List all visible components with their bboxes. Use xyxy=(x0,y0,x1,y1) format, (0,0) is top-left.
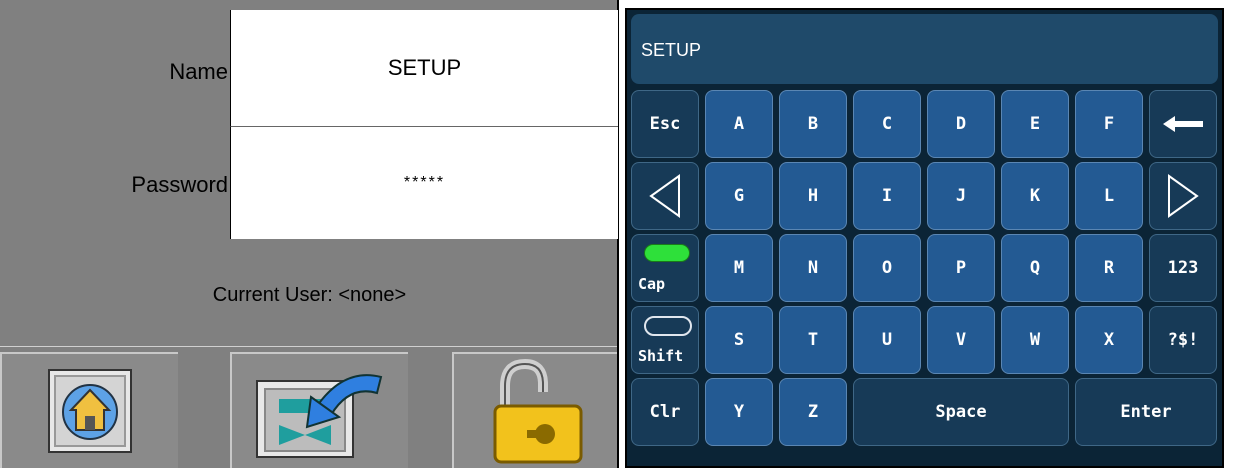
right-triangle-icon xyxy=(1168,174,1199,218)
key-m[interactable]: M xyxy=(705,234,773,302)
key-d[interactable]: D xyxy=(927,90,995,158)
key-t[interactable]: T xyxy=(779,306,847,374)
home-icon xyxy=(48,369,132,453)
key-q[interactable]: Q xyxy=(1001,234,1069,302)
key-y[interactable]: Y xyxy=(705,378,773,446)
key-esc[interactable]: Esc xyxy=(631,90,699,158)
key-h[interactable]: H xyxy=(779,162,847,230)
key-space[interactable]: Space xyxy=(853,378,1069,446)
key-k[interactable]: K xyxy=(1001,162,1069,230)
key-shift-label: Shift xyxy=(638,347,684,365)
key-shift[interactable]: Shift xyxy=(631,306,699,374)
key-z[interactable]: Z xyxy=(779,378,847,446)
key-x[interactable]: X xyxy=(1075,306,1143,374)
password-label: Password xyxy=(131,172,228,197)
login-panel: Name SETUP Password ***** Current User: … xyxy=(0,0,619,468)
key-backspace[interactable] xyxy=(1149,90,1217,158)
key-r[interactable]: R xyxy=(1075,234,1143,302)
key-g[interactable]: G xyxy=(705,162,773,230)
key-c[interactable]: C xyxy=(853,90,921,158)
key-p[interactable]: P xyxy=(927,234,995,302)
key-cursor-right[interactable] xyxy=(1149,162,1217,230)
key-caps-lock[interactable]: Cap xyxy=(631,234,699,302)
home-button[interactable] xyxy=(0,352,178,468)
key-n[interactable]: N xyxy=(779,234,847,302)
key-w[interactable]: W xyxy=(1001,306,1069,374)
name-input[interactable]: SETUP xyxy=(230,10,618,127)
key-u[interactable]: U xyxy=(853,306,921,374)
key-e[interactable]: E xyxy=(1001,90,1069,158)
password-input[interactable]: ***** xyxy=(230,127,618,239)
shift-indicator-icon xyxy=(644,316,692,336)
left-triangle-icon xyxy=(649,174,680,218)
backspace-arrow-icon xyxy=(1163,116,1203,132)
key-j[interactable]: J xyxy=(927,162,995,230)
caps-indicator-icon xyxy=(644,244,690,262)
key-caps-label: Cap xyxy=(638,275,666,293)
name-label: Name xyxy=(169,59,228,84)
key-l[interactable]: L xyxy=(1075,162,1143,230)
key-a[interactable]: A xyxy=(705,90,773,158)
padlock-icon xyxy=(493,358,582,464)
key-enter[interactable]: Enter xyxy=(1075,378,1217,446)
key-f[interactable]: F xyxy=(1075,90,1143,158)
keyboard-display: SETUP xyxy=(631,14,1218,84)
key-v[interactable]: V xyxy=(927,306,995,374)
logout-icon xyxy=(256,374,383,458)
key-i[interactable]: I xyxy=(853,162,921,230)
key-symbols[interactable]: ?$! xyxy=(1149,306,1217,374)
key-s[interactable]: S xyxy=(705,306,773,374)
lock-button[interactable] xyxy=(452,352,617,468)
virtual-keyboard: SETUP Esc A B C D E F G H I J K L Cap M … xyxy=(625,8,1224,468)
key-b[interactable]: B xyxy=(779,90,847,158)
key-cursor-left[interactable] xyxy=(631,162,699,230)
logout-button[interactable] xyxy=(230,352,408,468)
key-clear[interactable]: Clr xyxy=(631,378,699,446)
divider xyxy=(0,346,617,347)
key-o[interactable]: O xyxy=(853,234,921,302)
current-user-status: Current User: <none> xyxy=(212,284,407,306)
key-numeric[interactable]: 123 xyxy=(1149,234,1217,302)
